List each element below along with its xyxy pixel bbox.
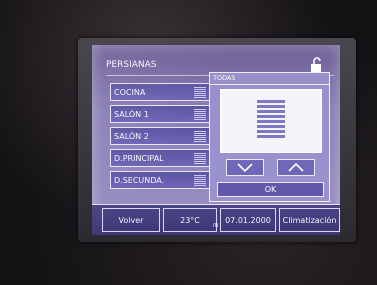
list-item-d-secunda[interactable]: D.SECUNDA. bbox=[110, 171, 210, 189]
blind-status-icon bbox=[194, 153, 206, 164]
list-item-d-principal[interactable]: D.PRINCIPAL bbox=[110, 149, 210, 167]
page-title: PERSIANAS bbox=[106, 60, 157, 70]
blind-status-icon bbox=[194, 175, 206, 186]
dialog-title: TODAS bbox=[210, 73, 329, 85]
unlocked-padlock-icon[interactable] bbox=[308, 57, 326, 73]
chevron-up-icon bbox=[288, 162, 304, 172]
climate-button[interactable]: Climatización bbox=[279, 208, 340, 232]
list-item-label: SALÓN 2 bbox=[114, 132, 149, 141]
touch-screen: PERSIANAS COCINA SALÓN 1 SALÓN 2 D.PRINC… bbox=[92, 45, 340, 235]
chevron-down-icon bbox=[237, 163, 253, 173]
temperature-display: 23°C bbox=[163, 208, 217, 232]
list-item-label: SALÓN 1 bbox=[114, 110, 149, 119]
date-display: 07.01.2000 bbox=[220, 208, 276, 232]
bottom-status-bar: Volver 23°C 07.01.2000 Climatización bbox=[92, 204, 340, 235]
temperature-source-label: IN bbox=[213, 223, 219, 229]
back-button[interactable]: Volver bbox=[102, 208, 160, 232]
list-item-cocina[interactable]: COCINA bbox=[110, 83, 210, 101]
list-item-salon-1[interactable]: SALÓN 1 bbox=[110, 105, 210, 123]
list-item-label: COCINA bbox=[114, 88, 146, 97]
blind-status-icon bbox=[194, 87, 206, 98]
list-item-label: D.PRINCIPAL bbox=[114, 154, 164, 163]
blind-control-dialog: TODAS OK bbox=[209, 72, 330, 202]
blind-preview-panel bbox=[220, 89, 322, 153]
window-blind-icon bbox=[257, 100, 285, 138]
ok-button[interactable]: OK bbox=[217, 182, 324, 197]
arrow-controls bbox=[217, 159, 325, 177]
move-down-button[interactable] bbox=[226, 159, 264, 176]
list-item-salon-2[interactable]: SALÓN 2 bbox=[110, 127, 210, 145]
list-item-label: D.SECUNDA. bbox=[114, 176, 165, 185]
blind-status-icon bbox=[194, 131, 206, 142]
blind-status-icon bbox=[194, 109, 206, 120]
move-up-button[interactable] bbox=[277, 159, 315, 176]
blind-list: COCINA SALÓN 1 SALÓN 2 D.PRINCIPAL D.SEC… bbox=[110, 83, 210, 193]
